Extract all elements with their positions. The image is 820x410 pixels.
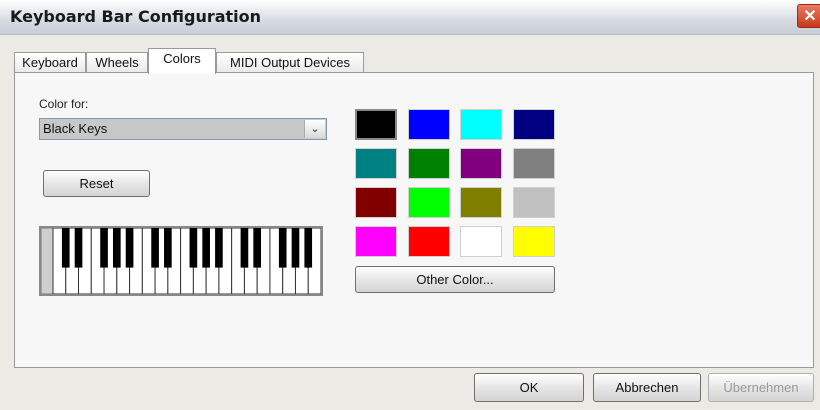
cancel-button[interactable]: Abbrechen [593,373,701,402]
window-title: Keyboard Bar Configuration [10,7,262,26]
ok-button[interactable]: OK [474,373,584,402]
color-swatch[interactable] [460,109,502,140]
color-swatch[interactable] [512,148,555,179]
color-swatch[interactable] [512,226,555,257]
color-swatch[interactable] [512,109,555,140]
color-swatch[interactable] [355,148,397,179]
color-swatch[interactable] [460,226,502,257]
title-bar[interactable]: Keyboard Bar Configuration ✕ [0,0,820,35]
color-swatch[interactable] [355,109,397,140]
other-color-button[interactable]: Other Color... [355,266,555,293]
color-swatch[interactable] [407,109,450,140]
keyboard-bar-configuration-dialog: Keyboard Bar Configuration ✕ Keyboard Wh… [0,0,820,410]
apply-button[interactable]: Übernehmen [708,373,814,402]
color-swatch[interactable] [460,187,502,218]
close-icon: ✕ [803,8,817,25]
tab-midi-output-devices[interactable]: MIDI Output Devices [216,52,364,73]
chevron-down-icon[interactable]: ⌄ [304,120,325,138]
tab-colors[interactable]: Colors [148,48,216,74]
color-target-select[interactable]: Black Keys ⌄ [39,118,327,140]
color-swatch[interactable] [512,187,555,218]
color-swatch[interactable] [407,148,450,179]
reset-button[interactable]: Reset [43,170,150,197]
tab-keyboard[interactable]: Keyboard [14,52,86,73]
color-swatch[interactable] [355,187,397,218]
color-swatch[interactable] [460,148,502,179]
close-button[interactable]: ✕ [797,4,820,28]
color-swatch[interactable] [407,226,450,257]
tab-wheels[interactable]: Wheels [86,52,148,73]
color-swatch[interactable] [355,226,397,257]
color-swatch[interactable] [407,187,450,218]
color-target-value: Black Keys [43,121,108,136]
